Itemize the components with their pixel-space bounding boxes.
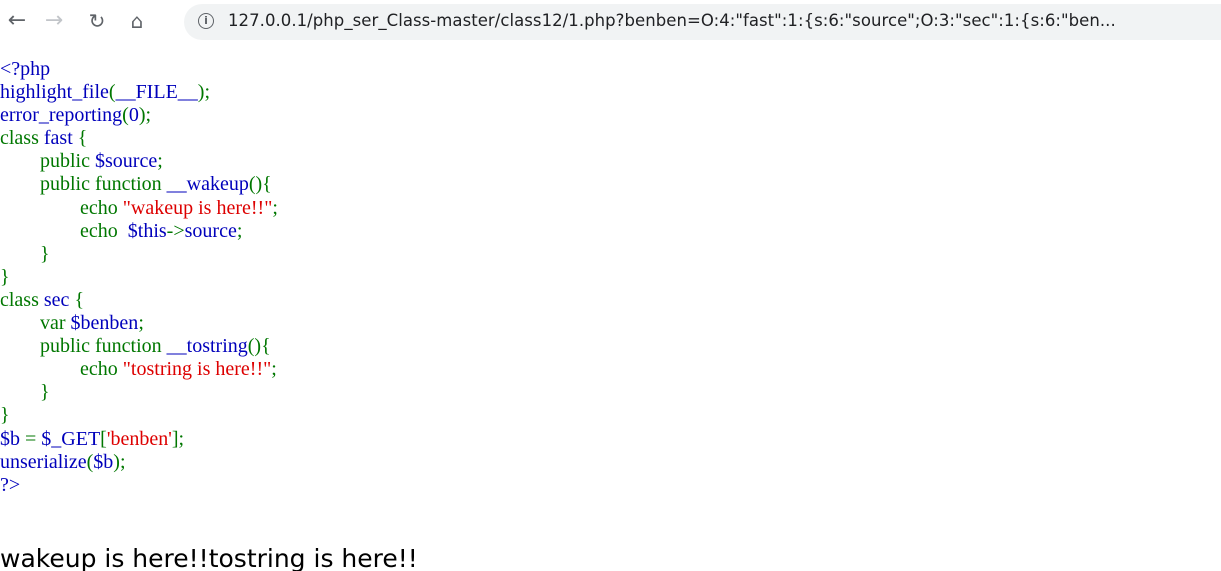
code-token: ( xyxy=(122,104,129,127)
page-output-text: wakeup is here!!tostring is here!! xyxy=(0,544,418,571)
code-token: $this xyxy=(127,219,167,242)
code-token: ( xyxy=(108,81,116,104)
code-token: ; xyxy=(138,312,144,335)
code-token: -> xyxy=(166,219,185,242)
code-token: $benben xyxy=(70,312,139,335)
code-token: "wakeup is here!!" xyxy=(122,196,273,219)
code-token: echo xyxy=(80,358,123,381)
code-token: ); xyxy=(197,81,210,104)
code-token: public xyxy=(40,150,95,173)
code-token: __wakeup xyxy=(166,173,249,196)
code-token: public function xyxy=(40,173,167,196)
code-token: { xyxy=(74,288,85,311)
browser-toolbar: ← → ↻ ⌂ i 127.0.0.1/php_ser_Class-master… xyxy=(0,0,1221,48)
code-token: highlight_file xyxy=(0,81,109,104)
code-token: ; xyxy=(157,150,163,173)
php-source-code: <?php highlight_file(__FILE__); error_re… xyxy=(0,58,278,497)
code-token: ?> xyxy=(0,473,21,496)
code-token: echo xyxy=(80,219,128,242)
code-token: ]; xyxy=(171,427,185,450)
code-token: [ xyxy=(100,427,107,450)
code-token: ); xyxy=(138,104,152,127)
url-text[interactable]: 127.0.0.1/php_ser_Class-master/class12/1… xyxy=(228,11,1218,30)
code-token: __FILE__ xyxy=(115,81,198,104)
code-token: source xyxy=(184,219,237,242)
code-token: sec xyxy=(43,288,75,311)
code-token: ); xyxy=(113,450,126,473)
code-token: 0 xyxy=(128,104,139,127)
code-token: (){ xyxy=(247,335,271,358)
code-token: } xyxy=(0,404,10,427)
code-token: { xyxy=(77,127,88,150)
code-token: = xyxy=(25,427,42,450)
back-arrow-icon[interactable]: ← xyxy=(2,6,32,36)
code-token: 'benben' xyxy=(106,427,172,450)
code-token: class xyxy=(0,127,44,150)
code-token: var xyxy=(40,312,71,335)
code-token: <?php xyxy=(0,58,51,80)
code-token: public function xyxy=(40,335,167,358)
home-icon[interactable]: ⌂ xyxy=(122,6,152,36)
code-token: $source xyxy=(95,150,158,173)
code-token: ; xyxy=(236,219,243,242)
code-token: $b xyxy=(93,450,114,473)
code-token: ; xyxy=(271,358,277,381)
code-token: } xyxy=(0,265,10,288)
code-token: __tostring xyxy=(166,335,248,358)
code-token: fast xyxy=(43,127,78,150)
code-token: error_reporting xyxy=(0,104,123,127)
code-token: class xyxy=(0,288,44,311)
code-token: $_GET xyxy=(41,427,101,450)
address-bar[interactable]: i 127.0.0.1/php_ser_Class-master/class12… xyxy=(184,4,1221,40)
code-token: "tostring is here!!" xyxy=(122,358,272,381)
code-token: echo xyxy=(80,196,123,219)
code-token: } xyxy=(40,381,50,404)
code-token: $b xyxy=(0,427,25,450)
site-info-icon[interactable]: i xyxy=(198,13,214,29)
code-token: ; xyxy=(272,196,278,219)
reload-icon[interactable]: ↻ xyxy=(82,6,112,36)
code-token: (){ xyxy=(248,173,272,196)
code-token: unserialize xyxy=(0,450,87,473)
forward-arrow-icon[interactable]: → xyxy=(39,6,69,36)
code-token: } xyxy=(40,242,50,265)
